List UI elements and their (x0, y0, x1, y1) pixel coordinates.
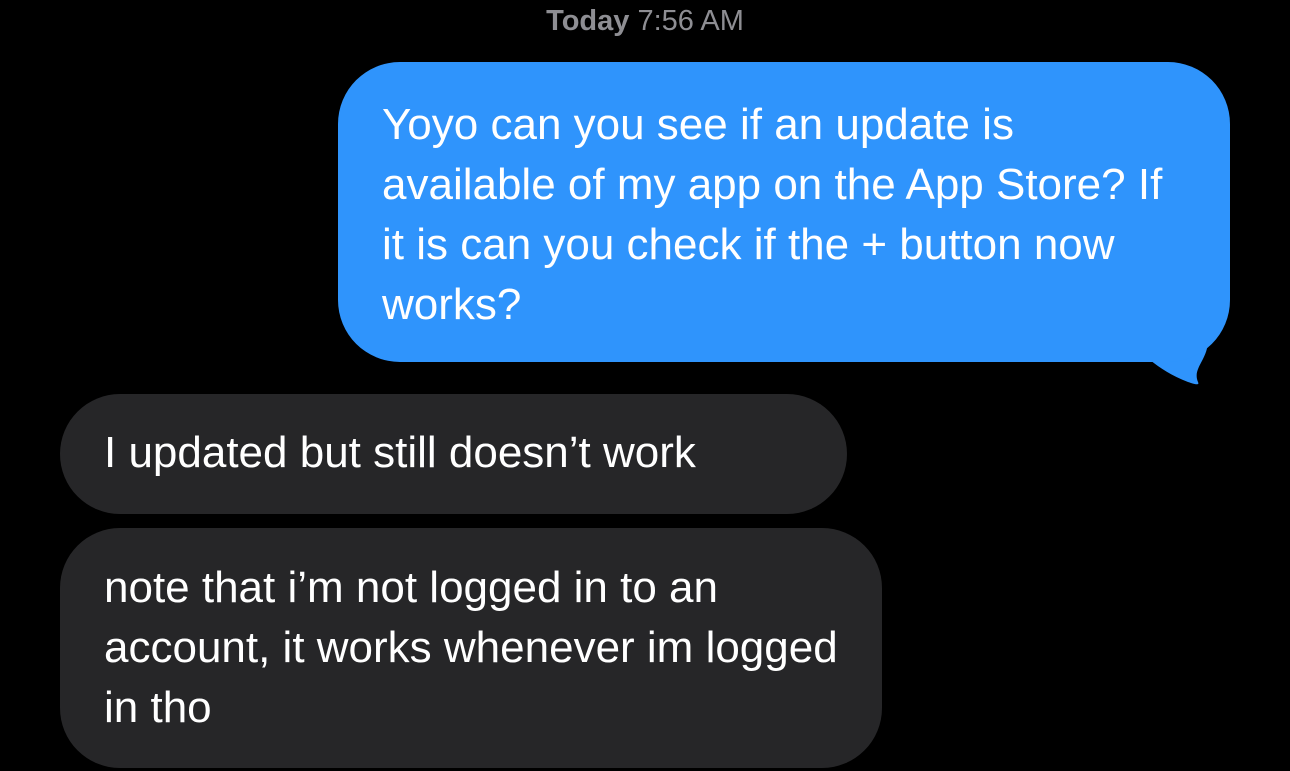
sent-message-bubble[interactable]: Yoyo can you see if an update is availab… (338, 62, 1230, 362)
received-message-bubble[interactable]: note that i’m not logged in to an accoun… (60, 528, 882, 768)
sent-message-text: Yoyo can you see if an update is availab… (382, 100, 1163, 329)
received-message-text: I updated but still doesn’t work (104, 428, 696, 477)
received-message-bubble[interactable]: I updated but still doesn’t work (60, 394, 847, 514)
received-message-text: note that i’m not logged in to an accoun… (104, 563, 838, 732)
timestamp-time: 7:56 AM (637, 5, 744, 37)
message-thread[interactable]: Today 7:56 AM Yoyo can you see if an upd… (0, 0, 1290, 771)
timestamp-day: Today (546, 5, 630, 37)
conversation-timestamp: Today 7:56 AM (0, 4, 1290, 38)
